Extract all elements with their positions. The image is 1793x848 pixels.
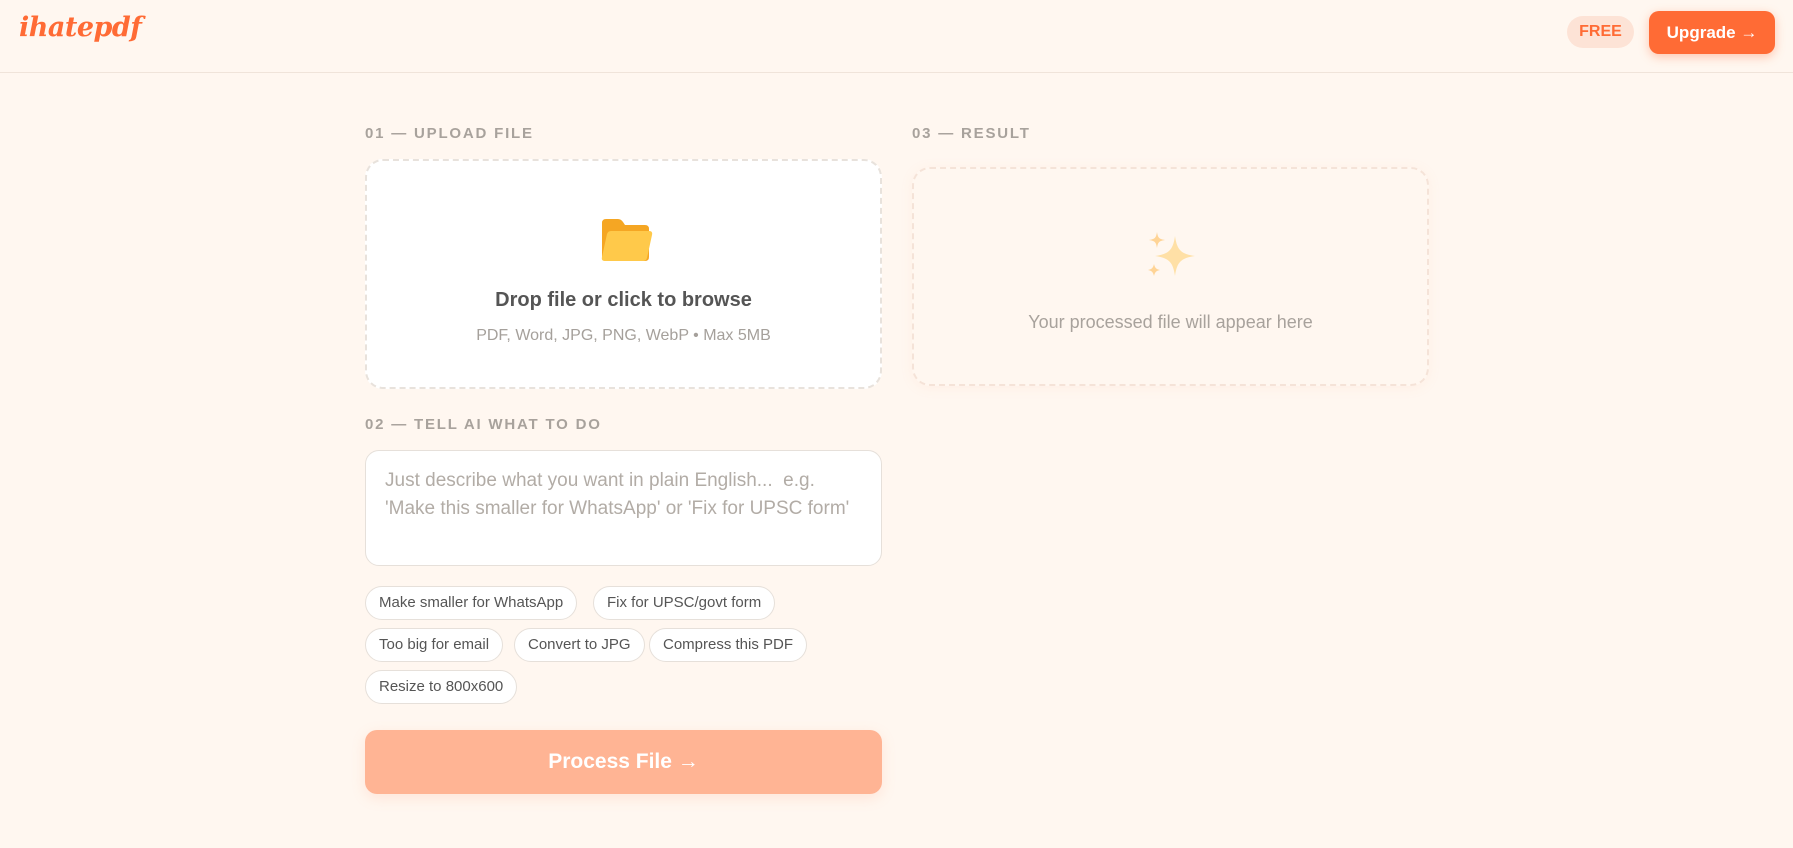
suggestion-chip[interactable]: Fix for UPSC/govt form xyxy=(593,586,776,620)
dropzone-title: Drop file or click to browse xyxy=(495,289,752,311)
process-file-button[interactable]: Process File → xyxy=(365,730,882,794)
result-placeholder-text: Your processed file will appear here xyxy=(1028,312,1313,332)
suggestion-chip[interactable]: Resize to 800x600 xyxy=(365,670,518,704)
upgrade-button[interactable]: Upgrade → xyxy=(1649,11,1775,54)
result-section-label: 03 — RESULT xyxy=(912,125,1031,142)
top-bar: ihatepdf FREE Upgrade → xyxy=(0,0,1793,73)
suggestion-chip[interactable]: Too big for email xyxy=(365,628,504,662)
dropzone-subtitle: PDF, Word, JPG, PNG, WebP • Max 5MB xyxy=(476,327,771,344)
plan-badge: FREE xyxy=(1567,16,1634,48)
file-dropzone[interactable]: Drop file or click to browse PDF, Word, … xyxy=(365,159,882,389)
app-logo[interactable]: ihatepdf xyxy=(19,12,142,43)
upload-section-label: 01 — UPLOAD FILE xyxy=(365,125,534,142)
suggestion-chip[interactable]: Make smaller for WhatsApp xyxy=(365,586,578,620)
instruction-input[interactable] xyxy=(365,450,882,566)
sparkles-icon xyxy=(1148,232,1195,276)
folder-icon xyxy=(601,219,653,261)
instruction-section-label: 02 — TELL AI WHAT TO DO xyxy=(365,416,602,433)
suggestion-chip[interactable]: Convert to JPG xyxy=(514,628,645,662)
result-panel: Your processed file will appear here xyxy=(912,167,1429,386)
suggestion-chip[interactable]: Compress this PDF xyxy=(649,628,808,662)
